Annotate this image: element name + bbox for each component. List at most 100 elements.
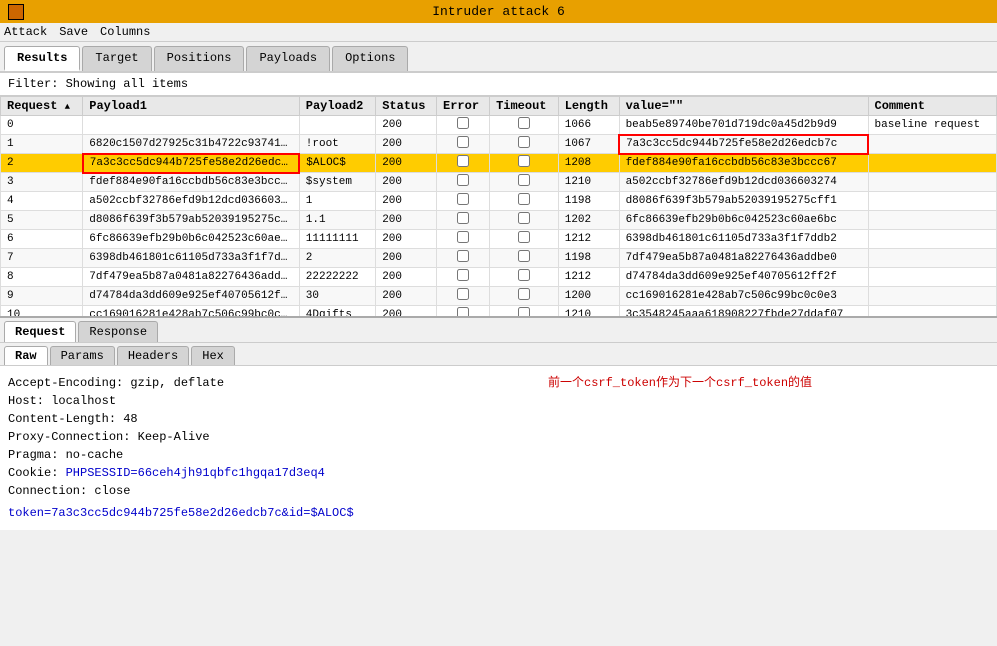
cell-comment <box>868 173 996 192</box>
cell-timeout[interactable] <box>490 135 559 154</box>
tab-params[interactable]: Params <box>50 346 115 365</box>
cell-error[interactable] <box>437 268 490 287</box>
cell-error[interactable] <box>437 135 490 154</box>
cell-length: 1212 <box>558 230 619 249</box>
cell-timeout[interactable] <box>490 154 559 173</box>
cell-value: 3c3548245aaa618908227fbde27ddaf07 <box>619 306 868 317</box>
req-line-4: Proxy-Connection: Keep-Alive <box>8 428 989 446</box>
cell-payload1: d8086f639f3b579ab52039195275cff1 <box>83 211 299 230</box>
cell-timeout[interactable] <box>490 116 559 135</box>
cell-length: 1212 <box>558 268 619 287</box>
cell-timeout[interactable] <box>490 173 559 192</box>
cell-timeout[interactable] <box>490 230 559 249</box>
tab-raw[interactable]: Raw <box>4 346 48 365</box>
cell-length: 1202 <box>558 211 619 230</box>
cell-payload2: 4Dgifts <box>299 306 375 317</box>
col-header-timeout[interactable]: Timeout <box>490 97 559 116</box>
cell-error[interactable] <box>437 211 490 230</box>
tab-payloads[interactable]: Payloads <box>246 46 330 71</box>
cell-timeout[interactable] <box>490 268 559 287</box>
tab-options[interactable]: Options <box>332 46 408 71</box>
title-bar: Intruder attack 6 <box>0 0 997 23</box>
cell-request: 5 <box>1 211 83 230</box>
table-row[interactable]: 16820c1507d27925c31b4722c93741839!root20… <box>1 135 997 154</box>
cell-request: 0 <box>1 116 83 135</box>
table-row[interactable]: 76398db461801c61105d733a3f1f7ddb22200119… <box>1 249 997 268</box>
req-resp-tab-bar: Request Response <box>0 318 997 343</box>
cell-error[interactable] <box>437 306 490 317</box>
col-header-payload1[interactable]: Payload1 <box>83 97 299 116</box>
cell-error[interactable] <box>437 192 490 211</box>
cell-timeout[interactable] <box>490 306 559 317</box>
token-line: token=7a3c3cc5dc944b725fe58e2d26edcb7c&i… <box>8 504 989 522</box>
cell-comment <box>868 135 996 154</box>
cell-error[interactable] <box>437 230 490 249</box>
cell-timeout[interactable] <box>490 249 559 268</box>
cell-status: 200 <box>376 116 437 135</box>
cell-value: a502ccbf32786efd9b12dcd036603274 <box>619 173 868 192</box>
cell-request: 4 <box>1 192 83 211</box>
cell-payload2: 30 <box>299 287 375 306</box>
tab-hex[interactable]: Hex <box>191 346 235 365</box>
col-header-status[interactable]: Status <box>376 97 437 116</box>
cell-timeout[interactable] <box>490 192 559 211</box>
cell-length: 1198 <box>558 249 619 268</box>
cell-payload2: !root <box>299 135 375 154</box>
annotation: 前一个csrf_token作为下一个csrf_token的值 <box>548 374 812 392</box>
results-table: Request ▲ Payload1 Payload2 Status Error… <box>0 96 997 316</box>
req-line-6: Cookie: PHPSESSID=66ceh4jh91qbfc1hgqa17d… <box>8 464 989 482</box>
menu-save[interactable]: Save <box>59 25 88 39</box>
table-row[interactable]: 5d8086f639f3b579ab52039195275cff11.12001… <box>1 211 997 230</box>
cell-comment <box>868 268 996 287</box>
cell-value: d8086f639f3b579ab52039195275cff1 <box>619 192 868 211</box>
cell-error[interactable] <box>437 116 490 135</box>
table-row[interactable]: 66fc86639efb29b0b6c042523c60ae6bc1111111… <box>1 230 997 249</box>
table-row[interactable]: 87df479ea5b87a0481a82276436addbe02222222… <box>1 268 997 287</box>
col-header-comment[interactable]: Comment <box>868 97 996 116</box>
menu-attack[interactable]: Attack <box>4 25 47 39</box>
tab-target[interactable]: Target <box>82 46 151 71</box>
cell-comment <box>868 249 996 268</box>
cell-payload1: d74784da3dd609e925ef40705612ff2f <box>83 287 299 306</box>
cookie-prefix: Cookie: <box>8 466 66 480</box>
cell-timeout[interactable] <box>490 211 559 230</box>
cell-payload1: 6fc86639efb29b0b6c042523c60ae6bc <box>83 230 299 249</box>
table-row[interactable]: 3fdef884e90fa16ccbdb56c83e3bccc67$system… <box>1 173 997 192</box>
bottom-pane: Request Response Raw Params Headers Hex … <box>0 316 997 530</box>
col-header-error[interactable]: Error <box>437 97 490 116</box>
cell-length: 1198 <box>558 192 619 211</box>
menu-columns[interactable]: Columns <box>100 25 150 39</box>
col-header-request[interactable]: Request ▲ <box>1 97 83 116</box>
tab-request[interactable]: Request <box>4 321 76 342</box>
cell-payload2: $ALOC$ <box>299 154 375 173</box>
col-header-length[interactable]: Length <box>558 97 619 116</box>
cell-error[interactable] <box>437 173 490 192</box>
col-header-value[interactable]: value="" <box>619 97 868 116</box>
tab-positions[interactable]: Positions <box>154 46 245 71</box>
cell-length: 1066 <box>558 116 619 135</box>
cell-payload2: 2 <box>299 249 375 268</box>
col-header-payload2[interactable]: Payload2 <box>299 97 375 116</box>
cell-error[interactable] <box>437 154 490 173</box>
cell-value: 7df479ea5b87a0481a82276436addbe0 <box>619 249 868 268</box>
tab-headers[interactable]: Headers <box>117 346 189 365</box>
table-row[interactable]: 27a3c3cc5dc944b725fe58e2d26edcb7c$ALOC$2… <box>1 154 997 173</box>
cell-value: 6398db461801c61105d733a3f1f7ddb2 <box>619 230 868 249</box>
table-row[interactable]: 10cc169016281e428ab7c506c99bc0c0e34Dgift… <box>1 306 997 317</box>
cell-error[interactable] <box>437 287 490 306</box>
cell-comment <box>868 192 996 211</box>
cell-payload1: a502ccbf32786efd9b12dcd036603274 <box>83 192 299 211</box>
cell-payload1 <box>83 116 299 135</box>
cell-status: 200 <box>376 249 437 268</box>
tab-response[interactable]: Response <box>78 321 158 342</box>
req-line-5: Pragma: no-cache <box>8 446 989 464</box>
cell-timeout[interactable] <box>490 287 559 306</box>
cell-payload1: fdef884e90fa16ccbdb56c83e3bccc67 <box>83 173 299 192</box>
cell-status: 200 <box>376 154 437 173</box>
table-row[interactable]: 9d74784da3dd609e925ef40705612ff2f3020012… <box>1 287 997 306</box>
tab-results[interactable]: Results <box>4 46 80 71</box>
table-row[interactable]: 4a502ccbf32786efd9b12dcd0366032741200119… <box>1 192 997 211</box>
table-row[interactable]: 02001066beab5e89740be701d719dc0a45d2b9d9… <box>1 116 997 135</box>
cell-error[interactable] <box>437 249 490 268</box>
cell-payload1: 6398db461801c61105d733a3f1f7ddb2 <box>83 249 299 268</box>
